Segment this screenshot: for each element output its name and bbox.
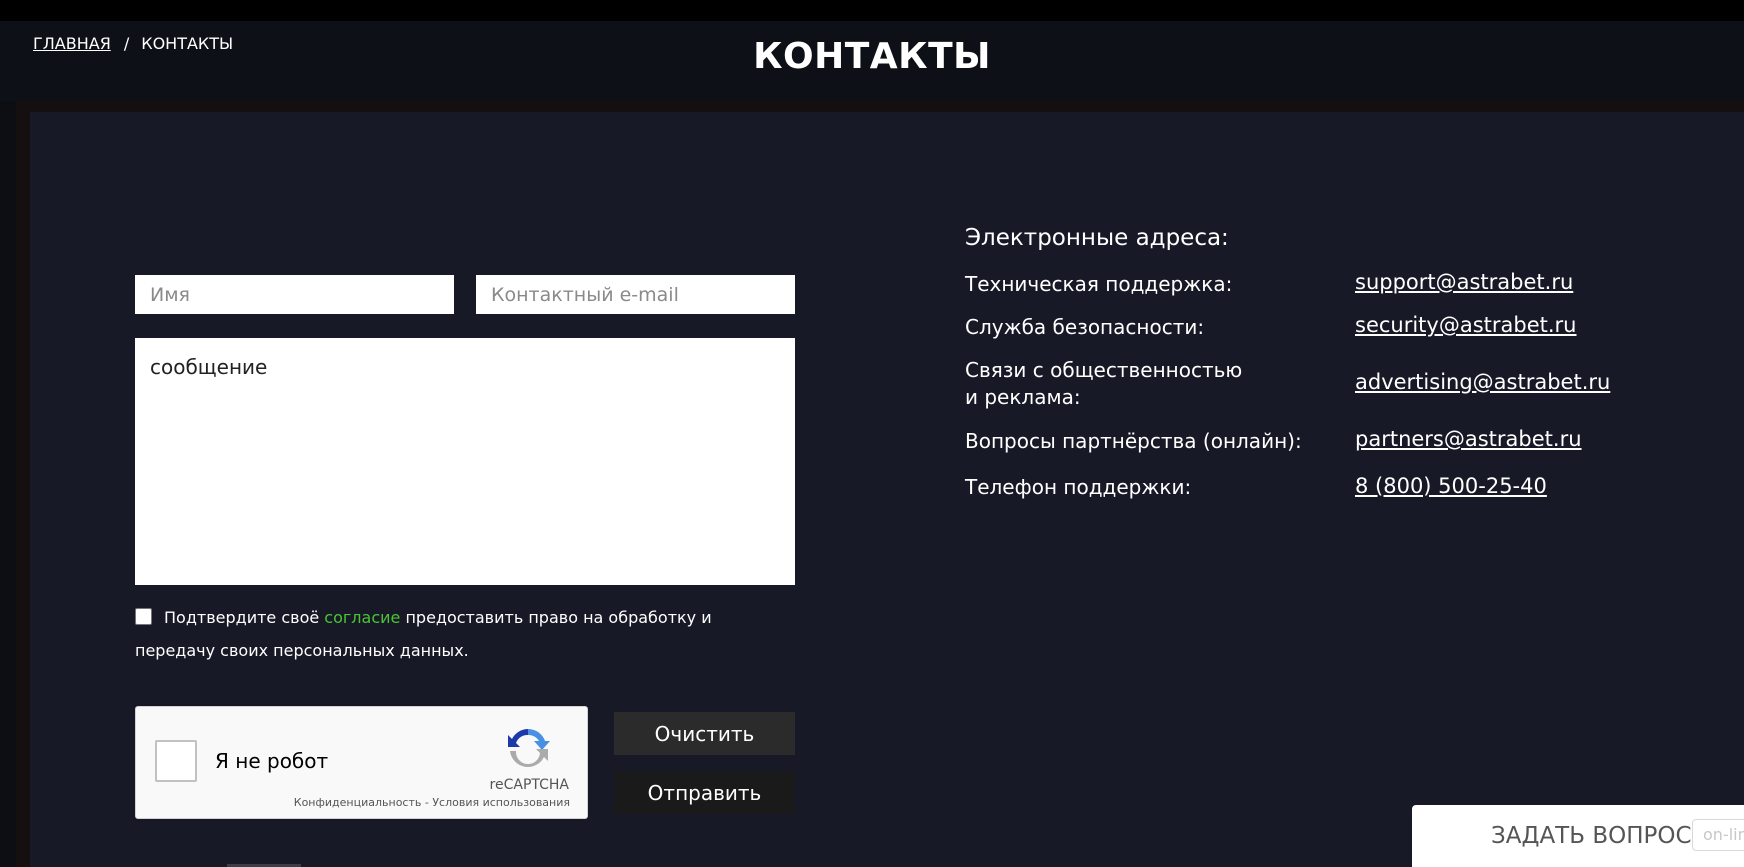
contact-label-advertising-line1: Связи с общественностью: [965, 358, 1243, 382]
contact-email-partners[interactable]: partners@astrabet.ru: [1355, 427, 1582, 451]
recaptcha-privacy-link[interactable]: Конфиденциальность: [294, 796, 422, 809]
page-title: КОНТАКТЫ: [753, 36, 991, 77]
consent-checkbox[interactable]: [135, 608, 152, 625]
recaptcha-logo-icon: [508, 729, 550, 767]
send-button[interactable]: Отправить: [614, 771, 795, 814]
consent-text-before: Подтвердите своё: [164, 608, 325, 627]
contact-email-support[interactable]: support@astrabet.ru: [1355, 270, 1573, 294]
recaptcha-terms-link[interactable]: Условия использования: [432, 796, 570, 809]
contact-label-partners: Вопросы партнёрства (онлайн):: [965, 429, 1302, 453]
contact-label-advertising-line2: и реклама:: [965, 385, 1081, 409]
online-badge: on-line: [1692, 819, 1744, 851]
contact-label-security: Служба безопасности:: [965, 315, 1205, 339]
recaptcha-label: Я не робот: [215, 749, 329, 773]
recaptcha-links-separator: -: [421, 796, 433, 809]
name-input[interactable]: [135, 275, 454, 314]
contact-label-advertising: Связи с общественностью и реклама:: [965, 357, 1242, 411]
contact-label-support: Техническая поддержка:: [965, 272, 1233, 296]
contact-email-advertising[interactable]: advertising@astrabet.ru: [1355, 370, 1610, 394]
contacts-title: Электронные адреса:: [965, 225, 1229, 251]
consent-link[interactable]: согласие: [324, 608, 400, 627]
consent-block: Подтвердите своё согласие предоставить п…: [135, 601, 775, 667]
top-bar: [0, 0, 1744, 21]
email-input[interactable]: [476, 275, 795, 314]
ask-question-widget[interactable]: ЗАДАТЬ ВОПРОС on-line: [1412, 805, 1744, 867]
recaptcha-links: Конфиденциальность - Условия использован…: [294, 796, 570, 809]
ask-question-label[interactable]: ЗАДАТЬ ВОПРОС: [1491, 823, 1692, 849]
message-textarea[interactable]: сообщение: [135, 338, 795, 585]
contact-label-phone: Телефон поддержки:: [965, 475, 1192, 499]
contact-phone[interactable]: 8 (800) 500-25-40: [1355, 474, 1547, 498]
recaptcha-brand: reCAPTCHA: [489, 777, 569, 793]
contact-email-security[interactable]: security@astrabet.ru: [1355, 313, 1577, 337]
recaptcha-widget: Я не робот reCAPTCHA Конфиденциальность …: [135, 706, 588, 819]
recaptcha-checkbox[interactable]: [155, 740, 197, 782]
clear-button[interactable]: Очистить: [614, 712, 795, 755]
